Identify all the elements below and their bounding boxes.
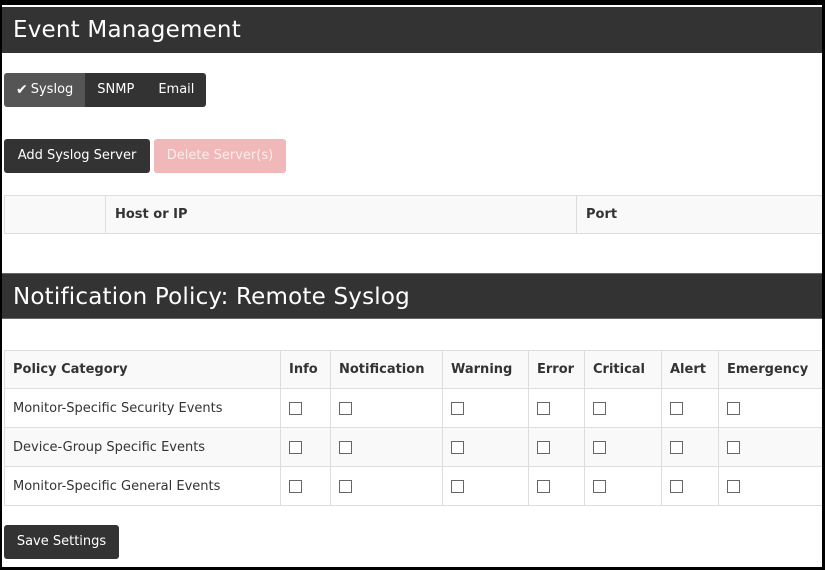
alert-header: Alert [661, 350, 719, 389]
protocol-tabs: ✔ Syslog SNMP Email [4, 73, 207, 107]
policy-category-cell: Monitor-Specific General Events [4, 466, 281, 506]
notification-cell [330, 466, 443, 506]
info-checkbox[interactable] [289, 479, 302, 493]
info-header: Info [280, 350, 331, 389]
emergency-cell [718, 388, 822, 428]
delete-servers-button[interactable]: Delete Server(s) [154, 139, 286, 173]
emergency-header: Emergency [718, 350, 822, 389]
error-cell [528, 427, 585, 467]
info-cell [280, 388, 331, 428]
info-cell [280, 466, 331, 506]
warning-cell [442, 427, 529, 467]
alert-checkbox[interactable] [670, 401, 683, 415]
policy-category-cell: Device-Group Specific Events [4, 427, 281, 467]
warning-header: Warning [442, 350, 529, 389]
host-column-header[interactable]: Host or IP [105, 195, 577, 234]
notification-cell [330, 427, 443, 467]
table-row: Monitor-Specific General Events [4, 466, 822, 506]
port-column-header[interactable]: Port [576, 195, 822, 234]
alert-checkbox[interactable] [670, 440, 683, 454]
critical-cell [584, 427, 662, 467]
warning-cell [442, 388, 529, 428]
critical-checkbox[interactable] [593, 401, 606, 415]
notification-cell [330, 388, 443, 428]
policy-category-header: Policy Category [4, 350, 281, 389]
error-checkbox[interactable] [537, 401, 550, 415]
table-header-row: Host or IP Port [4, 195, 822, 234]
check-icon: ✔ [16, 82, 28, 98]
syslog-server-table: Host or IP Port [4, 195, 822, 234]
emergency-checkbox[interactable] [727, 479, 740, 493]
select-column-header [4, 195, 106, 234]
table-row: Monitor-Specific Security Events [4, 388, 822, 428]
error-cell [528, 466, 585, 506]
critical-checkbox[interactable] [593, 440, 606, 454]
table-header-row: Policy Category Info Notification Warnin… [4, 350, 822, 389]
notification-policy-title: Notification Policy: Remote Syslog [2, 273, 822, 319]
tab-email-label: Email [158, 82, 195, 97]
tab-email[interactable]: Email [146, 73, 207, 107]
alert-cell [661, 427, 719, 467]
critical-checkbox[interactable] [593, 479, 606, 493]
notification-checkbox[interactable] [339, 440, 352, 454]
tab-snmp[interactable]: SNMP [85, 73, 147, 107]
notification-checkbox[interactable] [339, 479, 352, 493]
error-header: Error [528, 350, 585, 389]
save-settings-button[interactable]: Save Settings [4, 525, 119, 559]
warning-checkbox[interactable] [451, 479, 464, 493]
event-management-page: Event Management ✔ Syslog SNMP Email Add… [2, 5, 822, 567]
error-checkbox[interactable] [537, 479, 550, 493]
table-row: Device-Group Specific Events [4, 427, 822, 467]
critical-header: Critical [584, 350, 662, 389]
policy-table: Policy Category Info Notification Warnin… [4, 350, 822, 506]
info-checkbox[interactable] [289, 401, 302, 415]
warning-checkbox[interactable] [451, 401, 464, 415]
info-cell [280, 427, 331, 467]
notification-header: Notification [330, 350, 443, 389]
tab-syslog-label: Syslog [30, 82, 74, 97]
warning-checkbox[interactable] [451, 440, 464, 454]
warning-cell [442, 466, 529, 506]
page-title: Event Management [2, 7, 822, 53]
critical-cell [584, 388, 662, 428]
error-cell [528, 388, 585, 428]
add-syslog-server-button[interactable]: Add Syslog Server [4, 139, 150, 173]
alert-cell [661, 388, 719, 428]
critical-cell [584, 466, 662, 506]
emergency-cell [718, 427, 822, 467]
emergency-checkbox[interactable] [727, 440, 740, 454]
emergency-cell [718, 466, 822, 506]
notification-checkbox[interactable] [339, 401, 352, 415]
info-checkbox[interactable] [289, 440, 302, 454]
alert-checkbox[interactable] [670, 479, 683, 493]
emergency-checkbox[interactable] [727, 401, 740, 415]
tab-syslog[interactable]: ✔ Syslog [4, 73, 86, 107]
tab-snmp-label: SNMP [97, 82, 135, 97]
policy-category-cell: Monitor-Specific Security Events [4, 388, 281, 428]
alert-cell [661, 466, 719, 506]
error-checkbox[interactable] [537, 440, 550, 454]
